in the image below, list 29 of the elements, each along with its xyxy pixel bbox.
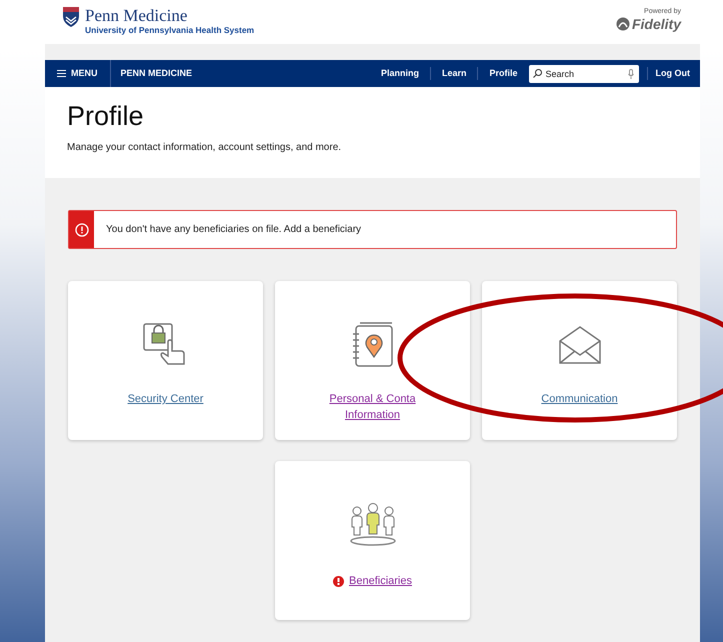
- globe-logo-icon: [616, 17, 630, 31]
- shield-logo-icon: [63, 7, 79, 27]
- site-name: PENN MEDICINE: [120, 66, 192, 80]
- card-link[interactable]: Information: [344, 407, 400, 423]
- microphone-icon: [628, 68, 634, 78]
- card-link[interactable]: Communication: [541, 391, 618, 407]
- search-field[interactable]: Search: [528, 64, 638, 82]
- address-book-icon: [352, 322, 394, 368]
- people-group-icon: [348, 503, 396, 547]
- nav-link[interactable]: Planning: [370, 66, 430, 80]
- page-subtitle: Manage your contact information, account settings, and more.: [67, 141, 342, 155]
- page-title: Profile: [67, 100, 145, 132]
- card-link[interactable]: Personal & Conta: [329, 391, 416, 407]
- profile-card[interactable]: Beneficiaries: [275, 461, 470, 620]
- search-icon: [532, 69, 542, 78]
- nav-link[interactable]: Learn: [430, 66, 478, 80]
- partner-logo: Fidelity: [632, 16, 681, 32]
- profile-card[interactable]: Security Center: [68, 281, 263, 440]
- menu-icon: [57, 70, 66, 77]
- profile-card[interactable]: Communication: [482, 281, 677, 440]
- card-link[interactable]: Beneficiaries: [349, 573, 412, 589]
- brand-subtitle: University of Pennsylvania Health System: [85, 24, 254, 36]
- brand-name: Penn Medicine: [85, 7, 188, 24]
- card-link[interactable]: Security Center: [128, 391, 204, 407]
- profile-card[interactable]: Personal & Conta Information: [275, 281, 470, 440]
- alert-text: You don't have any beneficiaries on file. Add a beneficiary: [106, 223, 362, 237]
- logout-link[interactable]: Log Out: [646, 66, 700, 80]
- alert-icon: [74, 222, 88, 236]
- envelope-icon: [558, 325, 602, 365]
